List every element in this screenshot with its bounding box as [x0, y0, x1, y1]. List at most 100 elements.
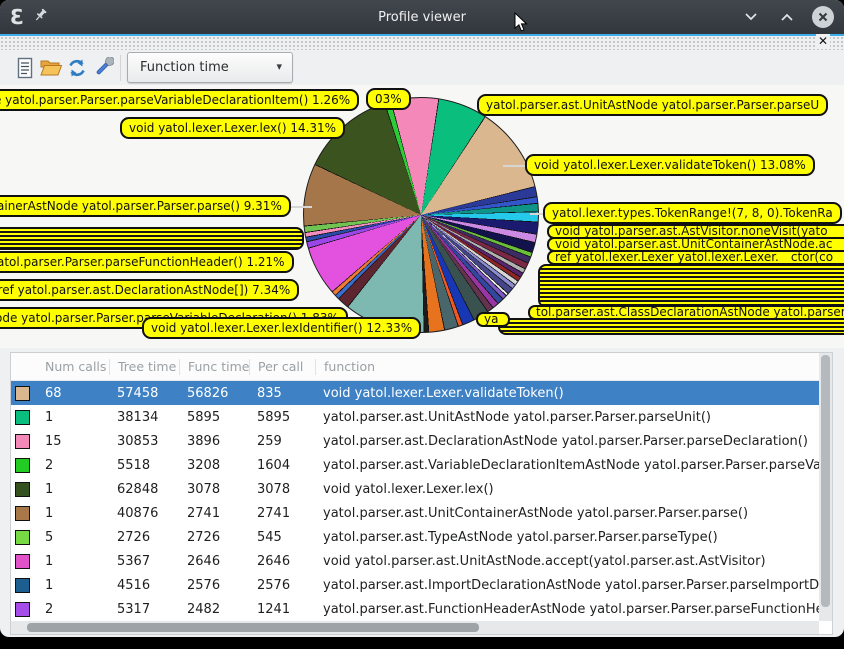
- table-cell: 5518: [109, 458, 179, 473]
- table-row[interactable]: 14087627412741yatol.parser.ast.UnitConta…: [11, 501, 819, 525]
- table-cell: 2576: [249, 578, 315, 593]
- table-cell: 3078: [179, 482, 249, 497]
- table-cell: 2646: [179, 554, 249, 569]
- pie-slice-label: ref yatol.lexer.Lexer yatol.lexer.Lexer.…: [547, 250, 844, 265]
- profile-viewer-window: Ɛ Profile viewer: [0, 0, 844, 637]
- column-header[interactable]: Per call: [249, 359, 315, 375]
- table-cell: yatol.parser.ast.TypeAstNode yatol.parse…: [315, 530, 819, 545]
- wrench-icon[interactable]: [90, 55, 116, 81]
- close-button[interactable]: [812, 6, 834, 28]
- row-color-swatch: [15, 506, 30, 521]
- table-row[interactable]: 1451625762576yatol.parser.ast.ImportDecl…: [11, 573, 819, 597]
- column-header[interactable]: Num calls: [37, 359, 109, 375]
- dock-title-strip[interactable]: [0, 36, 844, 50]
- table-cell: 2741: [249, 506, 315, 521]
- table-cell: 1: [37, 482, 109, 497]
- table-cell: 5317: [109, 602, 179, 617]
- row-color-swatch: [15, 482, 30, 497]
- table-cell: 5895: [249, 410, 315, 425]
- table-cell: 2: [37, 458, 109, 473]
- table-cell: 3208: [179, 458, 249, 473]
- row-color-swatch: [15, 434, 30, 449]
- horizontal-scrollbar-thumb[interactable]: [27, 623, 479, 632]
- dock-close-icon[interactable]: ✕: [816, 34, 830, 49]
- table-cell: 835: [249, 386, 315, 401]
- table-cell: 62848: [109, 482, 179, 497]
- vertical-scrollbar-thumb[interactable]: [821, 355, 830, 607]
- table-row[interactable]: 2551832081604yatol.parser.ast.VariableDe…: [11, 453, 819, 477]
- row-color-swatch: [15, 578, 30, 593]
- horizontal-scrollbar[interactable]: [11, 621, 819, 634]
- mouse-cursor: [514, 12, 529, 38]
- row-color-swatch: [15, 458, 30, 473]
- titlebar[interactable]: Ɛ Profile viewer: [0, 0, 844, 34]
- pie-label-stack: [0, 227, 304, 250]
- table-cell: 2576: [179, 578, 249, 593]
- report-icon[interactable]: [12, 55, 38, 81]
- table-cell: 3078: [249, 482, 315, 497]
- pie-slice-label: ainerAstNode yatol.parser.Parser.parse()…: [0, 195, 291, 217]
- table-row[interactable]: 2531724821241yatol.parser.ast.FunctionHe…: [11, 597, 819, 621]
- toolbar: Function time ▾: [0, 50, 844, 85]
- swatch-column-header: [11, 359, 37, 375]
- row-color-swatch: [15, 602, 30, 617]
- maximize-button[interactable]: [776, 6, 798, 28]
- table-body: 685745856826835void yatol.lexer.Lexer.va…: [11, 381, 819, 622]
- pin-icon[interactable]: [34, 8, 49, 27]
- pie-slice-label: void yatol.lexer.Lexer.lexIdentifier() 1…: [142, 317, 421, 339]
- row-color-swatch: [15, 386, 30, 401]
- table-cell: 2726: [179, 530, 249, 545]
- table-cell: 57458: [109, 386, 179, 401]
- column-header[interactable]: Func time: [179, 359, 249, 375]
- table-cell: yatol.parser.ast.VariableDeclarationItem…: [315, 458, 819, 473]
- toolbar-separator: [120, 55, 121, 81]
- table-cell: yatol.parser.ast.UnitContainerAstNode ya…: [315, 506, 819, 521]
- pie-slice-label: 03%: [366, 88, 411, 110]
- table-cell: void yatol.lexer.Lexer.validateToken(): [315, 386, 819, 401]
- table-row[interactable]: 685745856826835void yatol.lexer.Lexer.va…: [11, 381, 819, 405]
- table-row[interactable]: 1536726462646void yatol.parser.ast.UnitA…: [11, 549, 819, 573]
- table-cell: 1241: [249, 602, 315, 617]
- vertical-scrollbar[interactable]: [819, 353, 832, 621]
- app-icon[interactable]: Ɛ: [10, 7, 24, 27]
- table-row[interactable]: 16284830783078void yatol.lexer.Lexer.lex…: [11, 477, 819, 501]
- table-cell: 5367: [109, 554, 179, 569]
- table-cell: 259: [249, 434, 315, 449]
- table-cell: 2741: [179, 506, 249, 521]
- table-cell: void yatol.lexer.Lexer.lex(): [315, 482, 819, 497]
- table-row[interactable]: 527262726545yatol.parser.ast.TypeAstNode…: [11, 525, 819, 549]
- table-cell: 5: [37, 530, 109, 545]
- dropdown-value: Function time: [140, 60, 229, 75]
- pie-slice-label: void yatol.lexer.Lexer.validateToken() 1…: [525, 154, 815, 176]
- table-cell: 68: [37, 386, 109, 401]
- table-cell: 2: [37, 602, 109, 617]
- minimize-button[interactable]: [740, 6, 762, 28]
- chart-mode-dropdown[interactable]: Function time ▾: [127, 52, 293, 83]
- table-cell: yatol.parser.ast.DeclarationAstNode yato…: [315, 434, 819, 449]
- refresh-icon[interactable]: [64, 55, 90, 81]
- table-cell: void yatol.parser.ast.UnitAstNode.accept…: [315, 554, 819, 569]
- table-cell: 3896: [179, 434, 249, 449]
- table-row[interactable]: 13813458955895yatol.parser.ast.UnitAstNo…: [11, 405, 819, 429]
- pie-slice-label: void yatol.lexer.Lexer.lex() 14.31%: [120, 117, 345, 139]
- table-cell: 2726: [109, 530, 179, 545]
- table-cell: 1: [37, 554, 109, 569]
- table-cell: 1604: [249, 458, 315, 473]
- pie-slice-label: yatol.parser.ast.UnitAstNode yatol.parse…: [477, 94, 828, 116]
- column-header[interactable]: Tree time: [109, 359, 179, 375]
- row-color-swatch: [15, 530, 30, 545]
- pie-slice-label: atol.parser.Parser.parseFunctionHeader()…: [0, 251, 294, 273]
- open-folder-icon[interactable]: [38, 55, 64, 81]
- table-cell: 4516: [109, 578, 179, 593]
- table-cell: 56826: [179, 386, 249, 401]
- table-header: Num callsTree timeFunc timePer callfunct…: [11, 353, 819, 381]
- profile-table: Num callsTree timeFunc timePer callfunct…: [10, 352, 833, 635]
- table-row[interactable]: 15308533896259yatol.parser.ast.Declarati…: [11, 429, 819, 453]
- pie-chart-panel: 03%ode yatol.parser.Parser.parseVariable…: [0, 85, 844, 348]
- row-color-swatch: [15, 410, 30, 425]
- column-header[interactable]: function: [315, 359, 819, 375]
- chevron-down-icon: ▾: [276, 60, 282, 73]
- table-cell: 545: [249, 530, 315, 545]
- table-cell: 40876: [109, 506, 179, 521]
- table-cell: yatol.parser.ast.UnitAstNode yatol.parse…: [315, 410, 819, 425]
